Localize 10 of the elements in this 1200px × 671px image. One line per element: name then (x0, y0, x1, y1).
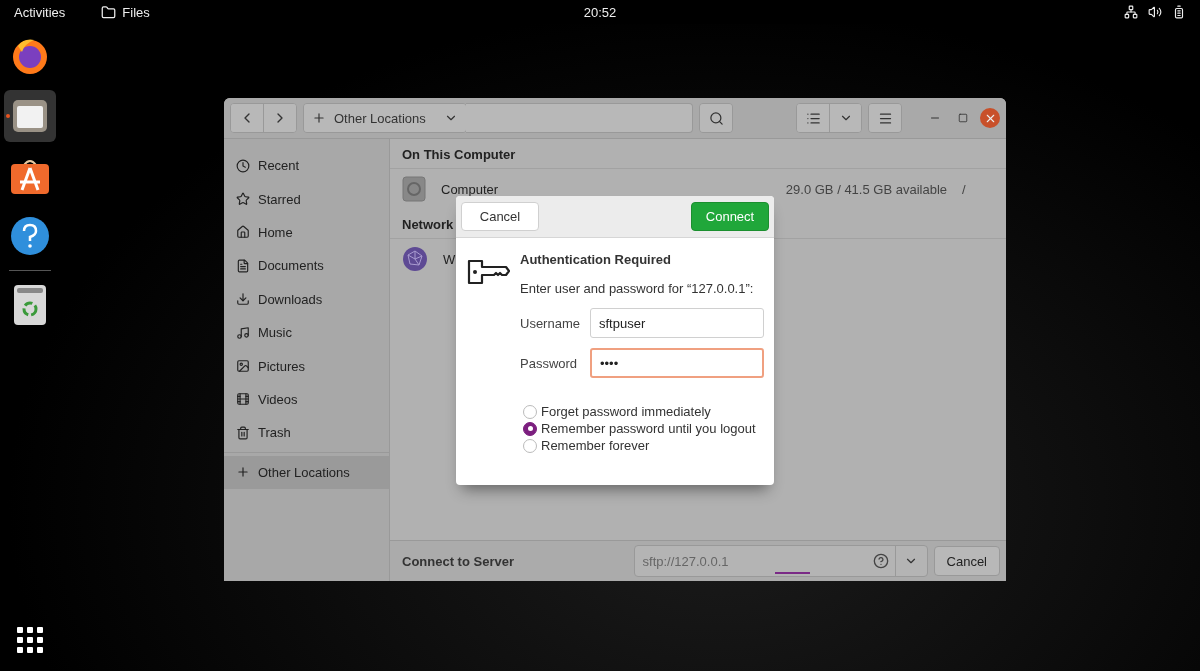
section-heading: On This Computer (390, 139, 1006, 169)
field-label: Username (520, 315, 581, 331)
disk-usage: 29.0 GB / 41.5 GB available (785, 181, 947, 197)
dialog-title: Authentication Required (520, 252, 672, 267)
location-name: W (443, 251, 456, 267)
location-name: Computer (441, 181, 499, 197)
connect-label: Connect to Server (402, 553, 514, 569)
dialog-message: Enter user and password for “127.0.0.1”: (520, 281, 755, 296)
mount-point: / (962, 181, 967, 197)
field-label: Password (520, 355, 579, 371)
